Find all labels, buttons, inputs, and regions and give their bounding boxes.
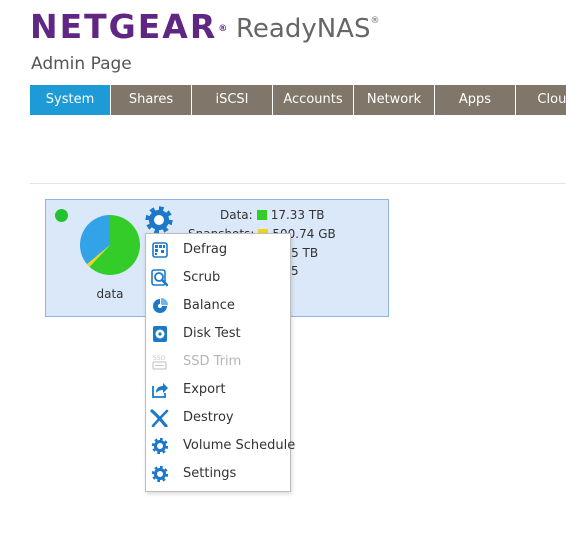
scrub-icon xyxy=(151,269,169,287)
gear-icon xyxy=(151,465,169,483)
data-usage-label: Data: xyxy=(220,208,253,222)
menu-item-settings[interactable]: Settings xyxy=(146,460,290,488)
menu-item-label: Scrub xyxy=(183,270,221,285)
disk-test-icon xyxy=(153,326,167,342)
menu-item-label: Defrag xyxy=(183,242,228,257)
menu-item-label: Settings xyxy=(183,466,237,481)
product-registered-mark: ® xyxy=(370,16,380,26)
tab-iscsi[interactable]: iSCSI xyxy=(192,85,272,115)
brand-name: NETGEAR xyxy=(30,7,218,46)
product-title: ReadyNAS xyxy=(236,14,371,44)
volume-context-menu: Defrag Scrub Balance Disk Test SSD SSD T… xyxy=(145,233,295,492)
menu-item-label: Export xyxy=(183,382,226,397)
menu-item-label: Disk Test xyxy=(183,326,241,341)
menu-item-defrag[interactable]: Defrag xyxy=(146,236,290,264)
menu-item-label: Destroy xyxy=(183,410,234,425)
menu-item-label: Balance xyxy=(183,298,235,313)
data-usage-value: 17.33 TB xyxy=(270,208,325,222)
menu-item-scrub[interactable]: Scrub xyxy=(146,264,290,292)
brand-registered-mark: ® xyxy=(218,24,230,34)
menu-item-export[interactable]: Export xyxy=(146,376,290,404)
volume-name: data xyxy=(96,287,124,301)
tab-accounts[interactable]: Accounts xyxy=(273,85,353,115)
balance-icon xyxy=(153,298,168,313)
menu-item-destroy[interactable]: Destroy xyxy=(146,404,290,432)
menu-item-volume-schedule[interactable]: Volume Schedule xyxy=(146,432,295,460)
data-swatch xyxy=(256,210,267,220)
ssd-trim-icon: SSD xyxy=(152,355,167,370)
menu-item-disk-test[interactable]: Disk Test xyxy=(146,320,290,348)
tab-apps[interactable]: Apps xyxy=(435,85,515,115)
menu-item-ssd-trim[interactable]: SSD SSD Trim xyxy=(146,348,290,376)
main-tab-bar: System Shares iSCSI Accounts Network App… xyxy=(30,85,566,115)
tab-system[interactable]: System xyxy=(30,85,110,115)
netgear-logo: NETGEAR® xyxy=(30,10,229,44)
tab-shares[interactable]: Shares xyxy=(111,85,191,115)
gear-icon[interactable] xyxy=(144,205,174,235)
export-icon xyxy=(152,383,168,398)
page-title: Admin Page xyxy=(31,54,132,74)
svg-text:SSD: SSD xyxy=(153,355,166,362)
data-usage-row: Data: 17.33 TB xyxy=(220,208,324,222)
gear-icon xyxy=(151,437,169,455)
product-name: ReadyNAS® xyxy=(236,14,379,44)
section-divider xyxy=(30,183,566,184)
destroy-icon xyxy=(150,409,169,427)
menu-item-label: SSD Trim xyxy=(183,354,242,369)
volume-extra-value: 5 xyxy=(291,264,299,278)
menu-item-balance[interactable]: Balance xyxy=(146,292,290,320)
volume-usage-pie-chart xyxy=(80,215,140,275)
tab-network[interactable]: Network xyxy=(354,85,434,115)
tab-cloud[interactable]: Cloud xyxy=(516,85,566,115)
menu-item-label: Volume Schedule xyxy=(183,438,296,453)
defrag-icon xyxy=(152,242,168,258)
status-ok-icon xyxy=(55,209,68,222)
